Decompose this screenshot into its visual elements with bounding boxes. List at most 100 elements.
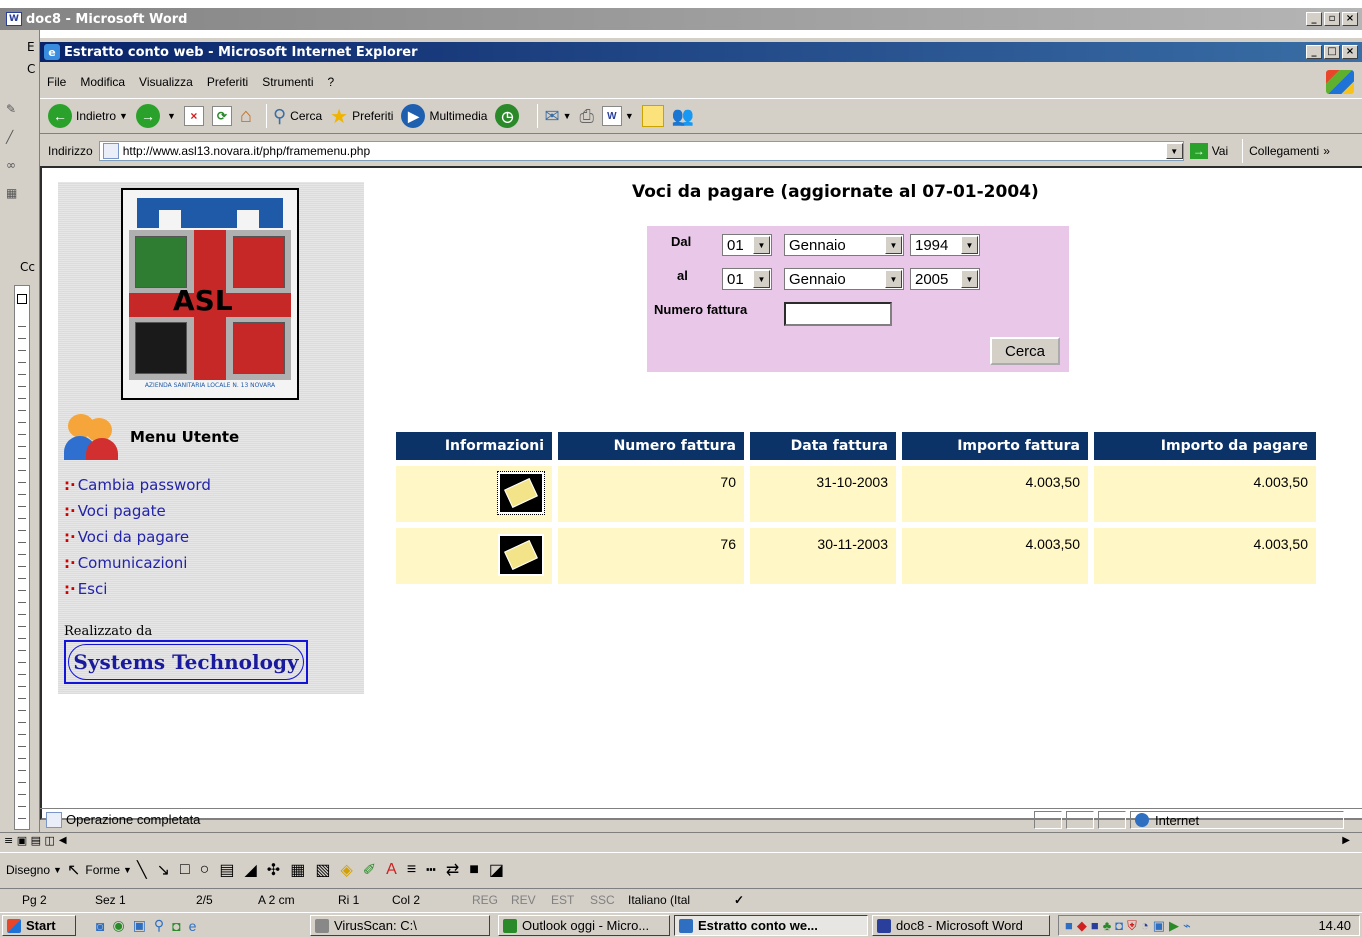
textbox-icon[interactable]: ▤ (219, 860, 234, 880)
menu-file[interactable]: File (47, 75, 66, 89)
quicklaunch-icon[interactable]: ◉ (112, 917, 124, 934)
dal-month-select[interactable]: Gennaio ▼ (784, 234, 904, 256)
links-chevron-icon[interactable]: » (1323, 144, 1330, 158)
history-button[interactable]: ◷ (495, 104, 523, 128)
quicklaunch-icon[interactable]: ◘ (172, 918, 180, 934)
menu-modifica[interactable]: Modifica (80, 75, 125, 89)
numero-fattura-input[interactable] (784, 302, 892, 326)
quicklaunch-search-icon[interactable]: ⚲ (154, 917, 164, 934)
scroll-left-icon[interactable]: ◀ (59, 835, 67, 846)
menu-link-comunicazioni[interactable]: :· Comunicazioni (64, 550, 354, 576)
cerca-button[interactable]: Cerca (990, 337, 1060, 365)
task-estratto-conto[interactable]: Estratto conto we... (674, 915, 868, 936)
address-field[interactable]: http://www.asl13.novara.it/php/framemenu… (98, 141, 1184, 161)
edit-button[interactable]: W ▼ (601, 106, 634, 126)
rectangle-icon[interactable]: □ (180, 861, 190, 879)
word-minimize-button[interactable]: _ (1306, 12, 1322, 26)
messenger-button[interactable]: 👥 (672, 106, 694, 127)
line-style-icon[interactable]: ≡ (407, 861, 416, 879)
dropdown-arrow-icon[interactable]: ▼ (53, 865, 62, 875)
word-close-button[interactable]: × (1342, 12, 1358, 26)
font-color-icon[interactable]: A (386, 861, 397, 879)
status-trk[interactable]: REV (511, 893, 536, 907)
menu-link-cambia-password[interactable]: :· Cambia password (64, 472, 354, 498)
refresh-button[interactable]: ⟳ (211, 106, 232, 126)
tray-icon[interactable]: ▶ (1169, 918, 1179, 934)
start-button[interactable]: Start (2, 915, 76, 936)
spelling-icon[interactable]: ✓ (734, 893, 744, 907)
media-button[interactable]: ▶ Multimedia (401, 104, 487, 128)
al-month-select[interactable]: Gennaio ▼ (784, 268, 904, 290)
tray-icon[interactable]: ◆ (1077, 918, 1087, 934)
diagram-icon[interactable]: ✣ (267, 860, 280, 880)
discuss-button[interactable] (641, 105, 664, 127)
dropdown-arrow-icon[interactable]: ▼ (625, 111, 634, 121)
dal-day-select[interactable]: 01 ▼ (722, 234, 772, 256)
search-button[interactable]: ⚲ Cerca (273, 106, 322, 127)
menu-link-esci[interactable]: :· Esci (64, 576, 354, 602)
dropdown-arrow-icon[interactable]: ▼ (119, 111, 128, 121)
dash-style-icon[interactable]: ┅ (426, 860, 436, 880)
tray-icon[interactable]: ◔ (1141, 918, 1149, 933)
clipart-icon[interactable]: ▦ (290, 860, 305, 880)
back-button[interactable]: ← Indietro ▼ (48, 104, 128, 128)
select-pointer-icon[interactable]: ↖ (67, 860, 80, 880)
wordart-icon[interactable]: ◢ (244, 860, 256, 880)
dal-year-select[interactable]: 1994 ▼ (910, 234, 980, 256)
status-ext[interactable]: EST (551, 893, 574, 907)
menu-strumenti[interactable]: Strumenti (262, 75, 313, 89)
document-icon[interactable] (497, 471, 545, 515)
quicklaunch-icon[interactable]: ▣ (133, 917, 146, 934)
word-horizontal-scrollbar[interactable]: ≡ ▣ ▤ ◫ ◀ ▶ (0, 832, 1362, 848)
task-virusscan[interactable]: VirusScan: C:\ (310, 915, 490, 936)
al-day-select[interactable]: 01 ▼ (722, 268, 772, 290)
tray-icon[interactable]: ◘ (1115, 918, 1123, 933)
dropdown-arrow-icon[interactable]: ▼ (123, 865, 132, 875)
tray-icon[interactable]: ♣ (1103, 918, 1112, 933)
quicklaunch-ie-icon[interactable]: e (189, 918, 197, 934)
systems-technology-logo[interactable]: Systems Technology (64, 640, 308, 684)
al-year-select[interactable]: 2005 ▼ (910, 268, 980, 290)
go-button[interactable]: → Vai (1189, 143, 1228, 159)
line-color-icon[interactable]: ✐ (363, 860, 376, 880)
tray-network-icon[interactable]: ⌁ (1183, 918, 1191, 934)
shadow-icon[interactable]: ■ (469, 861, 479, 879)
word-pen-icon[interactable]: ✎ (6, 102, 20, 116)
scroll-right-icon[interactable]: ▶ (1342, 835, 1350, 846)
menu-help[interactable]: ? (328, 75, 335, 89)
tray-icon[interactable]: ■ (1091, 918, 1099, 933)
tray-shield-icon[interactable]: ⛨ (1127, 918, 1137, 934)
arrow-icon[interactable]: ↘ (157, 860, 170, 880)
menu-link-voci-da-pagare[interactable]: :· Voci da pagare (64, 524, 354, 550)
quicklaunch-icon[interactable]: ◙ (96, 918, 104, 934)
stop-button[interactable]: × (183, 106, 204, 126)
menu-visualizza[interactable]: Visualizza (139, 75, 193, 89)
links-label[interactable]: Collegamenti (1249, 144, 1319, 158)
tray-icon[interactable]: ▣ (1153, 918, 1165, 934)
tray-icon[interactable]: ■ (1065, 918, 1073, 933)
menu-preferiti[interactable]: Preferiti (207, 75, 248, 89)
picture-icon[interactable]: ▧ (315, 860, 330, 880)
arrow-style-icon[interactable]: ⇄ (446, 860, 459, 880)
home-button[interactable]: ⌂ (240, 105, 252, 128)
menu-link-voci-pagate[interactable]: :· Voci pagate (64, 498, 354, 524)
word-line-icon[interactable]: ╱ (6, 130, 20, 144)
disegno-menu[interactable]: Disegno (6, 863, 50, 877)
fill-color-icon[interactable]: ◈ (340, 860, 352, 880)
ie-close-button[interactable]: × (1342, 45, 1358, 59)
dropdown-arrow-icon[interactable]: ▼ (563, 111, 572, 121)
address-url[interactable]: http://www.asl13.novara.it/php/framemenu… (123, 144, 370, 158)
forward-button[interactable]: → ▼ (135, 104, 176, 128)
print-button[interactable]: ⎙ (580, 106, 594, 127)
ie-maximize-button[interactable]: □ (1324, 45, 1340, 59)
word-swirl-icon[interactable]: ∞ (6, 158, 20, 172)
word-restore-button[interactable]: ▫ (1324, 12, 1340, 26)
forme-menu[interactable]: Forme (85, 863, 120, 877)
favorites-button[interactable]: ★ Preferiti (330, 104, 393, 129)
line-icon[interactable]: ╲ (137, 860, 147, 880)
task-word[interactable]: doc8 - Microsoft Word (872, 915, 1050, 936)
document-icon[interactable] (498, 534, 544, 576)
3d-icon[interactable]: ◪ (489, 860, 504, 880)
oval-icon[interactable]: ○ (200, 861, 210, 879)
dropdown-arrow-icon[interactable]: ▼ (167, 111, 176, 121)
